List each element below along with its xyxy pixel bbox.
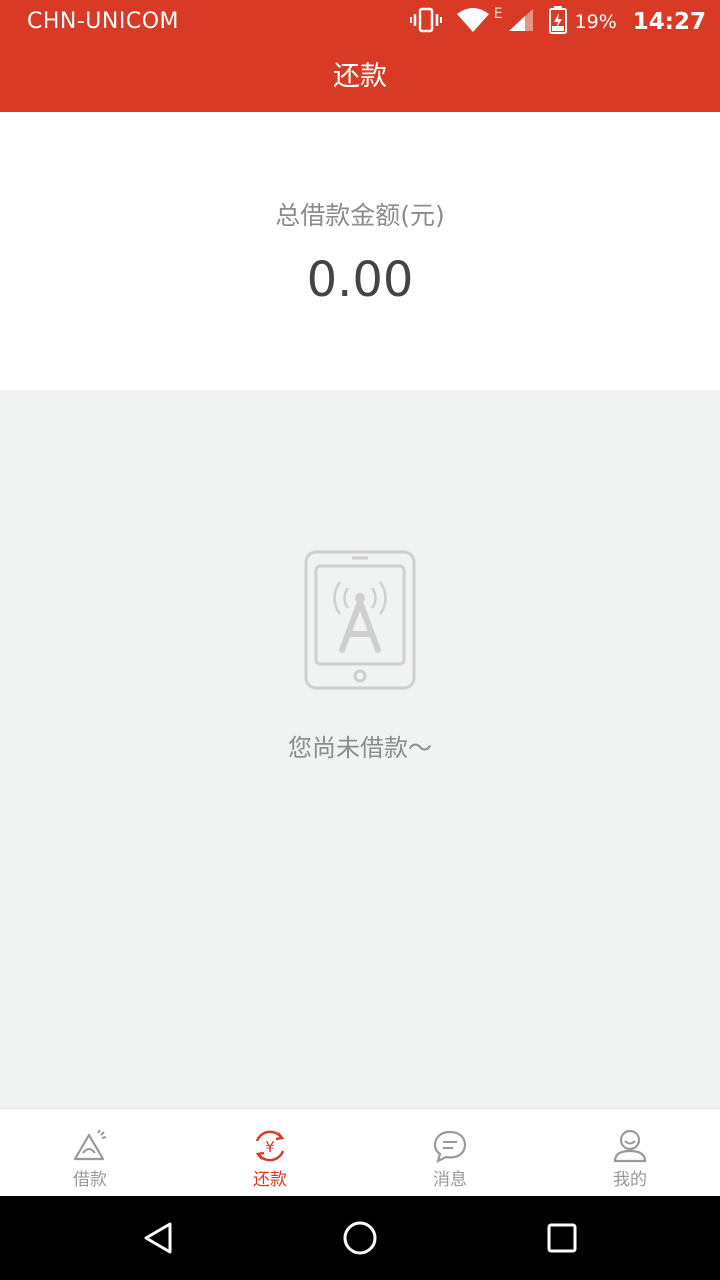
tab-repay-label: 还款 bbox=[253, 1170, 287, 1190]
page-title: 还款 bbox=[333, 61, 387, 92]
tab-repay[interactable]: ¥ 还款 bbox=[180, 1109, 360, 1197]
svg-text:¥: ¥ bbox=[265, 1138, 275, 1156]
signal-icon bbox=[507, 7, 535, 37]
loan-summary: 总借款金额(元) 0.00 bbox=[0, 112, 720, 390]
status-bar: CHN-UNICOM E 19% 14:27 bbox=[0, 0, 720, 44]
tab-messages-label: 消息 bbox=[433, 1170, 467, 1190]
title-bar: 还款 bbox=[0, 44, 720, 112]
home-icon[interactable] bbox=[340, 1218, 380, 1258]
empty-state: 您尚未借款～ bbox=[0, 390, 720, 1108]
total-loan-label: 总借款金额(元) bbox=[275, 201, 445, 230]
system-nav-bar bbox=[0, 1196, 720, 1280]
back-icon[interactable] bbox=[138, 1218, 178, 1258]
message-icon bbox=[433, 1130, 467, 1163]
tab-profile-label: 我的 bbox=[613, 1170, 647, 1190]
tablet-antenna-icon bbox=[304, 550, 416, 694]
repay-yen-icon: ¥ bbox=[255, 1130, 285, 1162]
status-icons: E 19% 14:27 bbox=[396, 6, 706, 38]
profile-icon bbox=[613, 1129, 647, 1163]
tab-loan[interactable]: 借款 bbox=[0, 1109, 180, 1197]
wifi-icon bbox=[456, 6, 490, 38]
battery-percent: 19% bbox=[574, 11, 617, 33]
tab-messages[interactable]: 消息 bbox=[360, 1109, 540, 1197]
tab-profile[interactable]: 我的 bbox=[540, 1109, 720, 1197]
battery-icon bbox=[548, 6, 567, 38]
tab-loan-label: 借款 bbox=[73, 1170, 107, 1190]
bottom-tab-bar: 借款 ¥ 还款 消息 我的 bbox=[0, 1108, 720, 1196]
empty-message: 您尚未借款～ bbox=[288, 734, 432, 762]
carrier-name: CHN-UNICOM bbox=[27, 9, 180, 34]
network-type: E bbox=[493, 6, 503, 22]
loan-icon bbox=[73, 1129, 107, 1161]
recents-icon[interactable] bbox=[542, 1218, 582, 1258]
total-loan-amount: 0.00 bbox=[306, 252, 414, 308]
vibrate-icon bbox=[409, 7, 442, 37]
clock: 14:27 bbox=[632, 9, 706, 35]
